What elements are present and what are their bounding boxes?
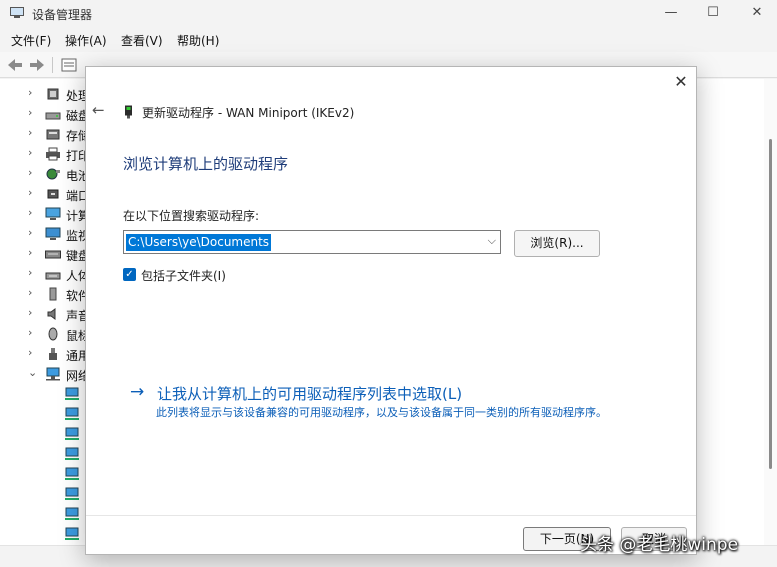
pick-from-list-link[interactable]: → 让我从计算机上的可用驱动程序列表中选取(L) <box>130 380 670 406</box>
expand-chevron-icon[interactable]: › <box>28 186 38 199</box>
network-adapter-icon[interactable] <box>64 467 80 481</box>
menu-file[interactable]: 文件(F) <box>11 32 51 49</box>
dialog-close-button[interactable]: ✕ <box>670 71 692 93</box>
expand-chevron-icon[interactable]: › <box>28 106 38 119</box>
window-title: 设备管理器 <box>32 8 93 22</box>
printer-icon <box>46 147 60 161</box>
expand-chevron-icon[interactable]: › <box>28 126 38 139</box>
menu-bar: 文件(F) 操作(A) 查看(V) 帮助(H) <box>0 30 777 50</box>
expand-chevron-icon[interactable]: › <box>28 306 38 319</box>
forward-arrow-icon[interactable] <box>28 56 46 74</box>
mouse-icon <box>48 327 58 341</box>
network-adapter-icon[interactable] <box>64 447 80 461</box>
include-subfolders-checkbox[interactable]: ✓ 包括子文件夹(I) <box>123 267 283 283</box>
title-bar: 设备管理器 — ☐ ✕ <box>0 0 777 28</box>
dialog-title: 更新驱动程序 - WAN Miniport (IKEv2) <box>142 106 355 120</box>
network-adapter-icon <box>46 367 60 381</box>
checkmark-icon[interactable]: ✓ <box>123 268 136 281</box>
expand-chevron-icon[interactable]: › <box>28 86 38 99</box>
toolbar-separator <box>52 57 53 73</box>
expand-chevron-icon[interactable]: › <box>28 226 38 239</box>
pick-from-list-link-text[interactable]: 让我从计算机上的可用驱动程序列表中选取(L) <box>157 383 462 404</box>
expand-chevron-icon[interactable]: › <box>28 286 38 299</box>
network-adapter-icon[interactable] <box>64 527 80 541</box>
menu-help[interactable]: 帮助(H) <box>177 32 219 49</box>
expand-chevron-icon[interactable]: › <box>28 206 38 219</box>
expand-chevron-icon[interactable]: › <box>28 266 38 279</box>
expand-chevron-icon[interactable]: › <box>28 146 38 159</box>
network-adapter-icon[interactable] <box>64 427 80 441</box>
processor-icon <box>47 88 59 100</box>
chevron-down-icon[interactable]: ⌵ <box>488 234 496 248</box>
properties-icon[interactable] <box>60 56 78 74</box>
network-adapter-icon[interactable] <box>64 487 80 501</box>
include-subfolders-label[interactable]: 包括子文件夹(I) <box>141 267 226 284</box>
hid-icon <box>45 272 61 280</box>
usb-icon <box>49 348 57 360</box>
network-device-icon <box>125 105 132 119</box>
search-location-label: 在以下位置搜索驱动程序: <box>123 209 260 223</box>
software-device-icon <box>49 287 57 301</box>
watermark-text: 头条 @老毛桃winpe <box>580 535 739 555</box>
expand-chevron-icon[interactable]: › <box>28 346 38 359</box>
network-adapter-icon[interactable] <box>64 407 80 421</box>
maximize-button[interactable]: ☐ <box>690 3 736 25</box>
scrollbar-thumb[interactable] <box>769 139 772 469</box>
menu-action[interactable]: 操作(A) <box>65 32 107 49</box>
network-adapter-icon[interactable] <box>64 507 80 521</box>
page-heading: 浏览计算机上的驱动程序 <box>123 155 289 173</box>
keyboard-icon <box>45 250 61 259</box>
port-icon <box>47 189 59 199</box>
computer-icon <box>45 207 61 220</box>
disk-drive-icon <box>45 112 61 120</box>
browse-button[interactable]: 浏览(R)... <box>514 230 600 257</box>
expand-chevron-icon[interactable]: › <box>28 246 38 259</box>
battery-icon <box>46 168 60 180</box>
network-adapter-icon[interactable] <box>64 387 80 401</box>
collapse-chevron-icon[interactable]: ⌄ <box>28 366 38 379</box>
back-button[interactable]: ← <box>92 101 110 119</box>
storage-icon <box>46 129 60 140</box>
sound-icon <box>47 308 56 320</box>
arrow-right-icon[interactable]: → <box>130 382 144 402</box>
back-arrow-icon[interactable] <box>6 56 24 74</box>
update-driver-dialog: ✕ ← 更新驱动程序 - WAN Miniport (IKEv2) 浏览计算机上… <box>85 66 697 555</box>
expand-chevron-icon[interactable]: › <box>28 166 38 179</box>
device-manager-icon <box>10 7 24 18</box>
minimize-button[interactable]: — <box>648 3 694 25</box>
close-window-button[interactable]: ✕ <box>734 3 777 25</box>
driver-path-input[interactable]: C:\Users\ye\Documents <box>126 234 272 251</box>
monitor-icon <box>45 227 61 240</box>
expand-chevron-icon[interactable]: › <box>28 326 38 339</box>
menu-view[interactable]: 查看(V) <box>121 32 163 49</box>
pick-from-list-description: 此列表将显示与该设备兼容的可用驱动程序，以及与该设备属于同一类别的所有驱动程序序… <box>156 406 607 419</box>
vertical-scrollbar[interactable] <box>764 79 777 545</box>
driver-path-combobox[interactable]: C:\Users\ye\Documents ⌵ <box>123 230 501 254</box>
